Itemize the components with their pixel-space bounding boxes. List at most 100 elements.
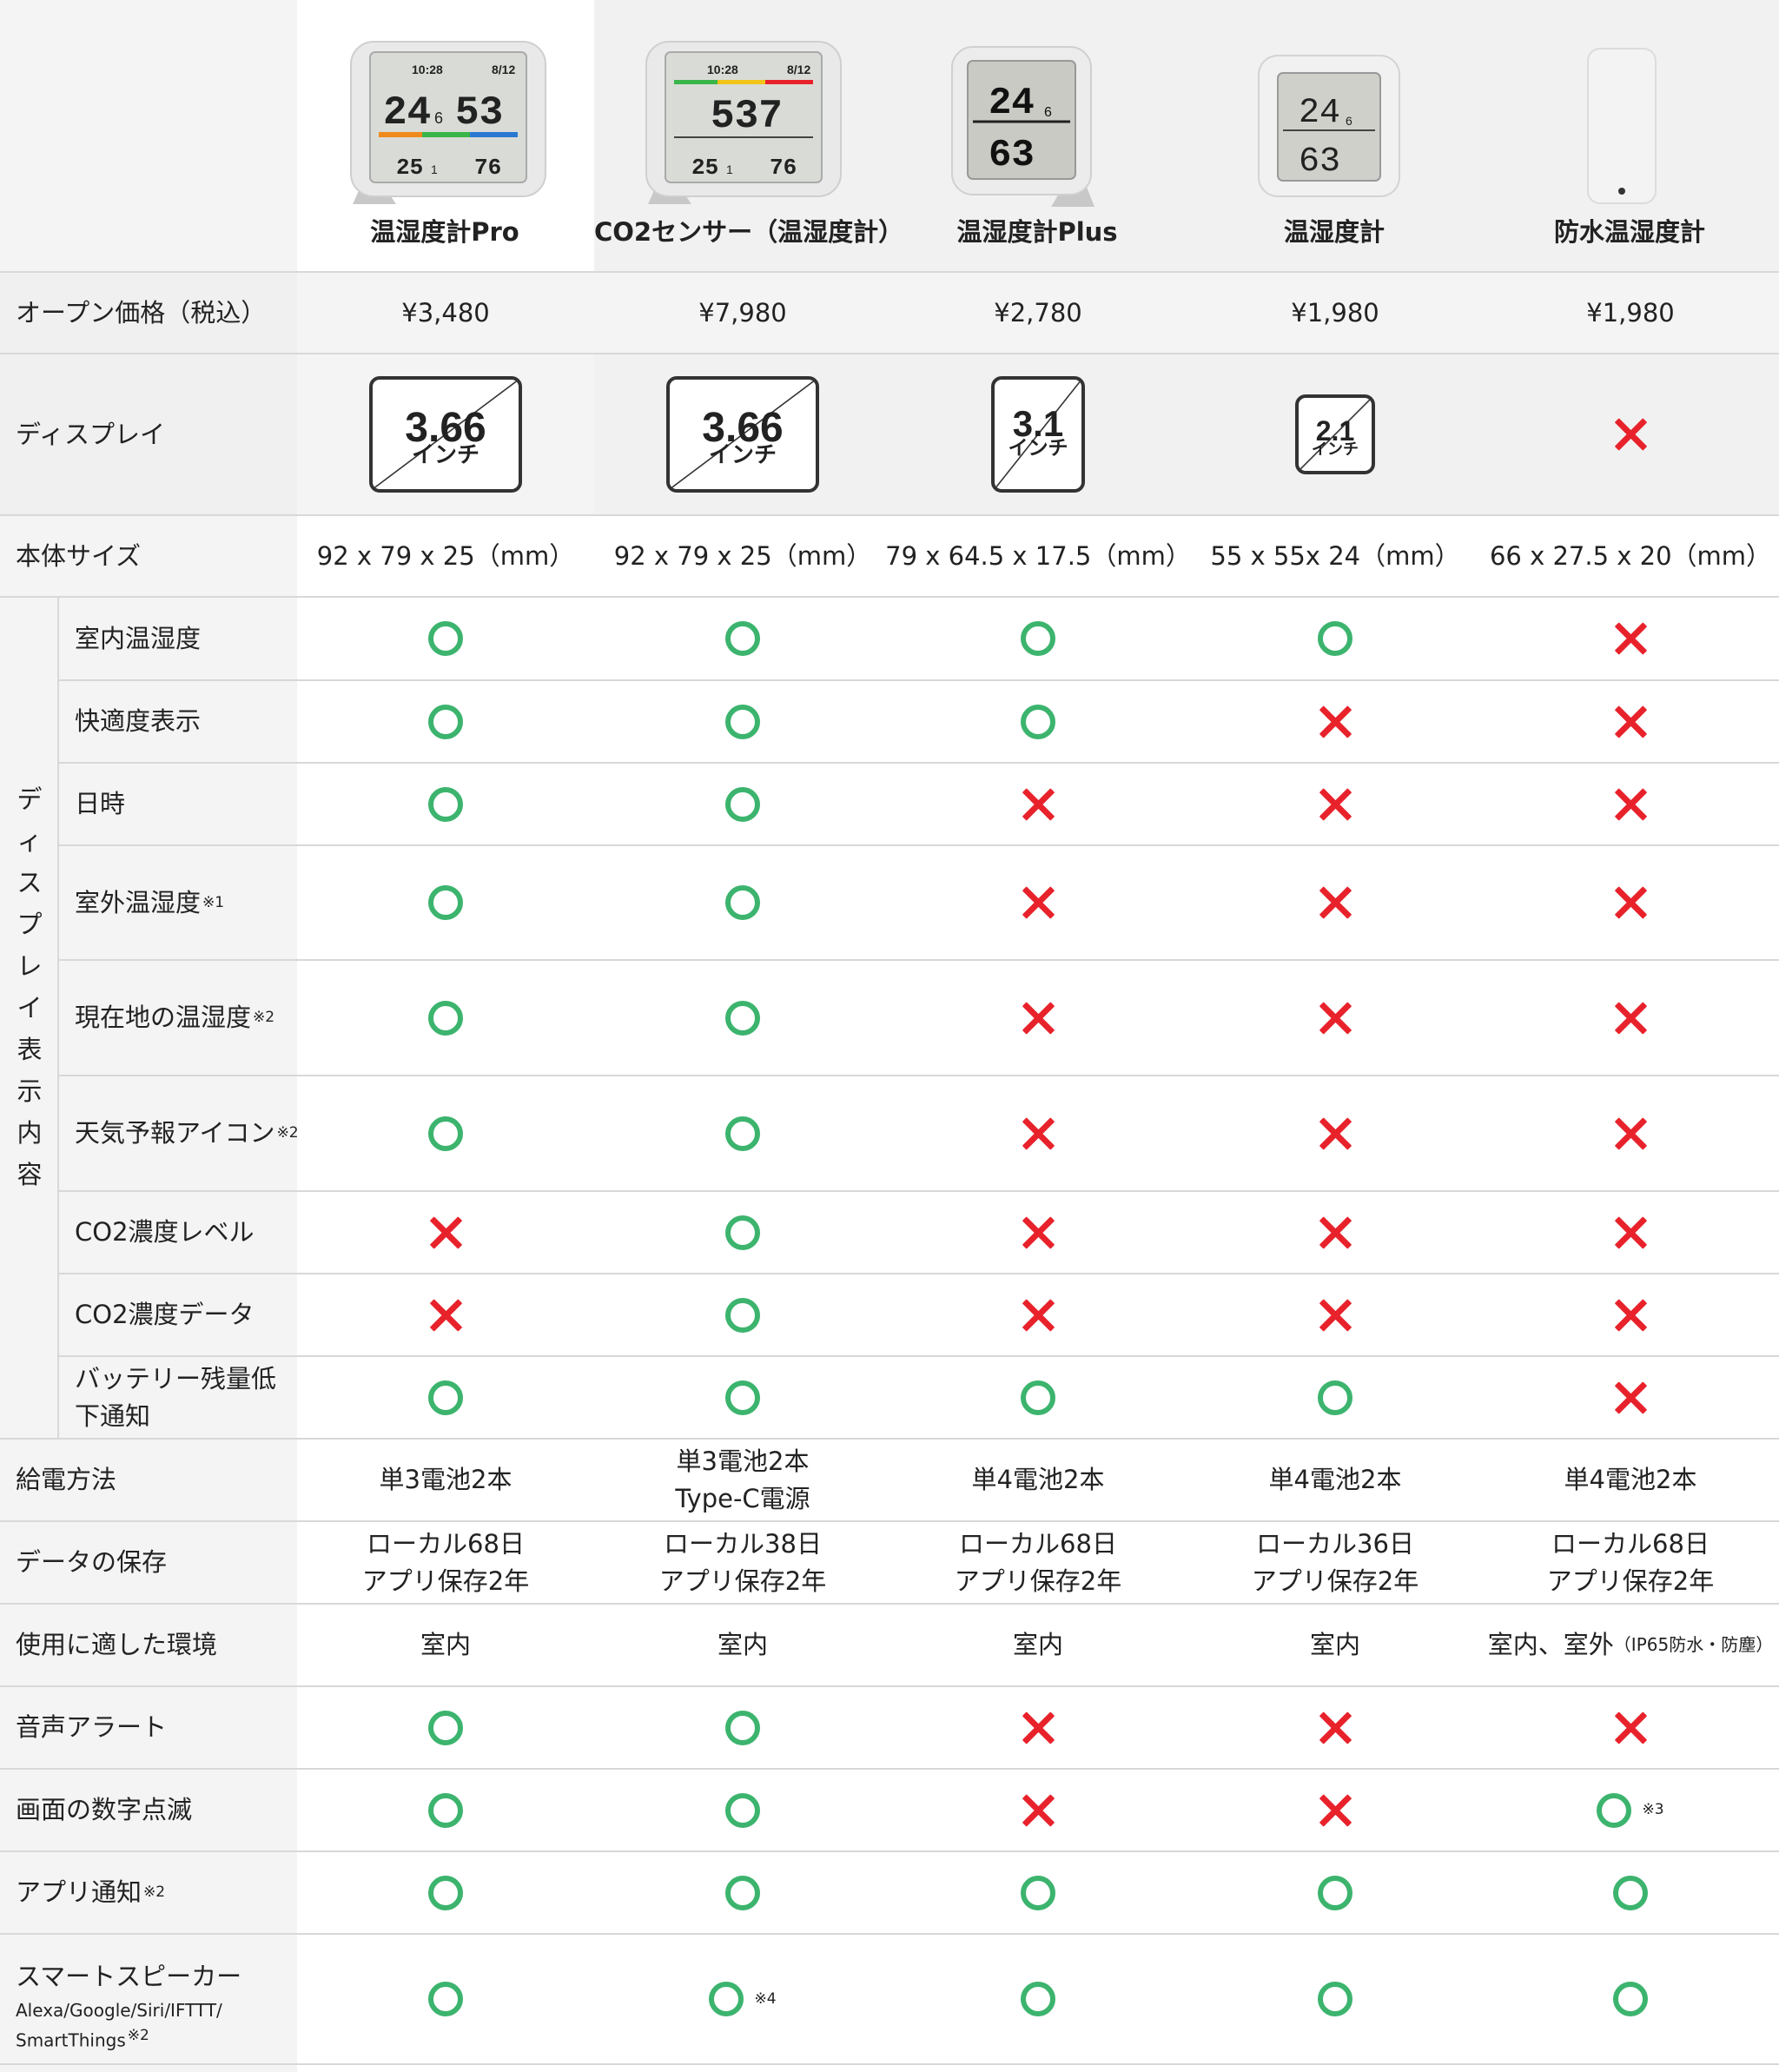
feature-value-cell	[297, 1935, 594, 2063]
display-size-badge: 2.1 インチ	[1295, 394, 1375, 474]
cross-icon	[1319, 705, 1352, 738]
feature-value-cell	[1187, 846, 1484, 959]
display-size-cell: 2.1 インチ	[1187, 354, 1484, 514]
size-cell: 92 x 79 x 25（mm）	[613, 540, 872, 571]
basic-temp: 24	[1299, 94, 1340, 133]
feature-value-cell	[1187, 598, 1484, 679]
storage-cell: ローカル68日 アプリ保存2年	[954, 1529, 1122, 1596]
feature-value-cell	[1187, 1935, 1484, 2063]
pro-hum: 53	[455, 90, 503, 136]
product-name-basic: 温湿度計	[1283, 217, 1385, 247]
check-circle-icon	[725, 1297, 760, 1333]
label-blink: 画面の数字点滅	[16, 1795, 193, 1825]
check-circle-icon	[709, 1982, 744, 2016]
product-image-pro: 10:28 8/12 24 6 53 25 1 76	[344, 35, 552, 209]
check-circle-icon	[1318, 1982, 1352, 2016]
size-cell: 66 x 27.5 x 20（mm）	[1489, 540, 1772, 571]
feature-value-cell	[1187, 764, 1484, 844]
feature-value-cell	[297, 1192, 594, 1273]
co2-out-hum: 76	[770, 155, 797, 181]
display-size-unit: インチ	[1312, 440, 1359, 459]
feature-label-5: 天気予報アイコン ※2	[75, 1118, 299, 1149]
check-circle-icon	[1613, 1982, 1648, 2016]
cross-icon	[1614, 1117, 1647, 1150]
display-size-unit: インチ	[411, 442, 479, 469]
product-name-co2: CO2センサー（温湿度計）	[594, 217, 904, 247]
feature-value-cell	[297, 598, 594, 679]
feature-value-cell: ※4	[594, 1935, 891, 2063]
feature-value-cell	[1187, 1076, 1484, 1190]
price-cell: ¥7,980	[698, 297, 787, 328]
storage-cell: ローカル38日 アプリ保存2年	[658, 1529, 827, 1596]
cross-icon	[1614, 1299, 1647, 1332]
environment-cell: 室内	[1309, 1630, 1360, 1660]
check-circle-icon	[1597, 1792, 1632, 1828]
display-size-cell: 3.66 インチ	[297, 354, 594, 514]
label-display-contents-group: ディスプレイ表示内容	[17, 784, 43, 1189]
feature-value-cell	[594, 598, 891, 679]
display-size-badge: 3.1 インチ	[991, 376, 1085, 493]
storage-cell: ローカル68日 アプリ保存2年	[361, 1529, 530, 1596]
display-size-cell: 3.66 インチ	[594, 354, 891, 514]
price-cell: ¥3,480	[401, 297, 490, 328]
check-circle-icon	[725, 1115, 760, 1151]
cross-icon	[1614, 705, 1647, 738]
co2-date: 8/12	[787, 63, 810, 76]
product-image-plus: 24 6 63	[947, 42, 1103, 207]
pro-temp-dec: 6	[434, 109, 443, 127]
cross-icon	[1614, 622, 1647, 655]
feature-value-cell	[1187, 681, 1484, 762]
feature-value-cell	[297, 1274, 594, 1355]
comparison-table: 10:28 8/12 24 6 53 25 1 76 10:28 8/12 53…	[0, 0, 1779, 2072]
feature-value-cell	[1187, 1687, 1484, 1768]
feature-value-cell	[594, 681, 891, 762]
feature-value-cell	[297, 681, 594, 762]
feature-value-cell	[594, 1076, 891, 1190]
power-cell: 単4電池2本	[971, 1465, 1105, 1495]
feature-value-cell	[1482, 681, 1779, 762]
feature-value-cell	[594, 1687, 891, 1768]
cross-icon	[1319, 1117, 1352, 1150]
cross-icon	[1022, 1216, 1055, 1249]
feature-value-cell	[1482, 1687, 1779, 1768]
check-circle-icon	[1318, 1875, 1352, 1910]
feature-value-cell	[297, 1852, 594, 1933]
price-cell: ¥1,980	[1291, 297, 1379, 328]
cross-icon	[1022, 1711, 1055, 1744]
check-circle-icon	[1021, 704, 1055, 739]
feature-label-3: 室外温湿度 ※1	[75, 887, 225, 917]
cross-icon	[429, 1216, 462, 1249]
feature-value-cell	[297, 1770, 594, 1850]
cross-icon	[1614, 1381, 1647, 1414]
environment-cell: 室内、室外 （IP65防水・防塵）	[1487, 1630, 1774, 1660]
feature-value-cell	[594, 846, 891, 959]
feature-value-cell	[594, 1357, 891, 1438]
co2-out-temp: 25	[691, 155, 718, 181]
cross-icon	[1022, 1299, 1055, 1332]
cross-icon	[1022, 1794, 1055, 1827]
check-circle-icon	[1021, 1380, 1055, 1415]
feature-value-cell	[1482, 764, 1779, 844]
cross-icon	[1319, 1711, 1352, 1744]
feature-value-cell	[890, 1852, 1187, 1933]
feature-label-2: 日時	[75, 789, 126, 819]
display-size-badge: 3.66 インチ	[369, 376, 522, 493]
check-circle-icon	[725, 786, 760, 822]
power-cell: 単4電池2本	[1564, 1465, 1697, 1495]
check-circle-icon	[428, 1710, 463, 1745]
feature-label-8: バッテリー残量低 下通知	[75, 1364, 277, 1431]
label-smart-speaker-sub: Alexa/Google/Siri/IFTTT/SmartThings ※2	[16, 2000, 222, 2051]
label-voice-alert: 音声アラート	[16, 1712, 168, 1743]
feature-label-1: 快適度表示	[75, 706, 202, 737]
label-display: ディスプレイ	[16, 419, 165, 449]
feature-label-7: CO2濃度データ	[75, 1300, 255, 1330]
check-circle-icon	[725, 1875, 760, 1910]
cross-icon	[1614, 1711, 1647, 1744]
feature-value-cell	[594, 1770, 891, 1850]
feature-value-cell	[890, 598, 1187, 679]
check-circle-icon	[725, 885, 760, 920]
label-smart-speaker: スマートスピーカー	[16, 1962, 242, 1991]
feature-value-cell	[890, 681, 1187, 762]
feature-value-cell	[1482, 846, 1779, 959]
display-size-unit: インチ	[708, 442, 777, 469]
